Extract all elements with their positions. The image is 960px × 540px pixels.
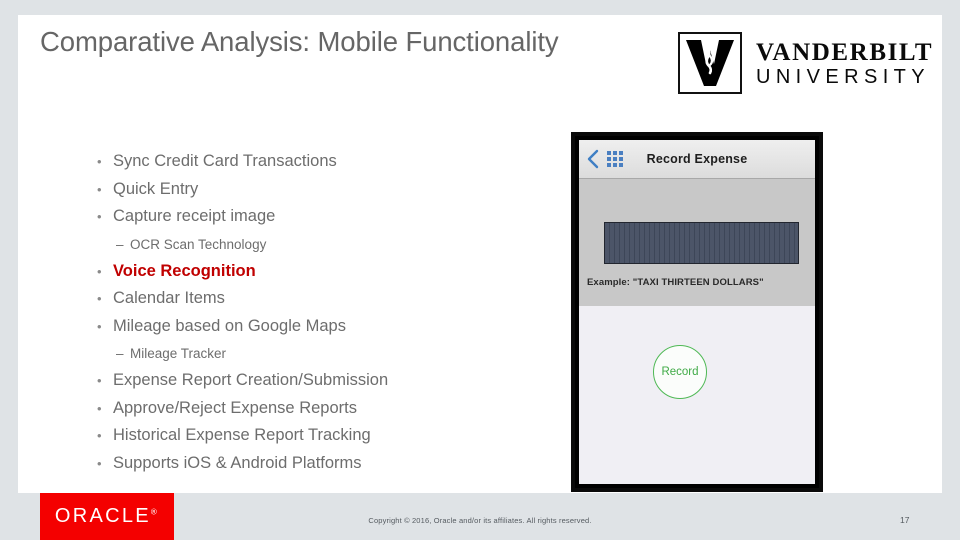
vanderbilt-wordmark: VANDERBILT UNIVERSITY (756, 40, 933, 87)
bullet-label: OCR Scan Technology (130, 236, 267, 252)
bullet-marker-icon: • (97, 455, 102, 471)
copyright-notice: Copyright © 2016, Oracle and/or its affi… (368, 516, 592, 525)
audio-waveform-display (604, 222, 799, 264)
bullet-item: • Approve/Reject Expense Reports (84, 395, 534, 423)
bullet-marker-icon: • (97, 318, 102, 334)
bullet-item: • Historical Expense Report Tracking (84, 422, 534, 450)
bullet-marker-icon: • (97, 209, 102, 224)
bullet-item: • Mileage based on Google Maps (84, 313, 534, 341)
bullet-label: Calendar Items (113, 289, 225, 307)
feature-bullet-list: • Sync Credit Card Transactions • Quick Ent… (84, 148, 534, 477)
app-bar: Record Expense (579, 140, 815, 179)
mobile-app-mockup: Record Expense Example: "TAXI THIRTEEN D… (571, 132, 823, 492)
bullet-marker-icon: • (97, 181, 102, 197)
bullet-label: Historical Expense Report Tracking (113, 426, 371, 444)
bullet-marker-icon: • (97, 400, 102, 416)
vanderbilt-logo: VANDERBILT UNIVERSITY (678, 32, 933, 94)
record-panel: Record (579, 306, 815, 484)
bullet-label: Approve/Reject Expense Reports (113, 398, 357, 417)
bullet-marker-icon: • (97, 373, 102, 388)
vanderbilt-v-monogram-icon (678, 32, 742, 94)
vanderbilt-subtitle: UNIVERSITY (756, 65, 931, 88)
bullet-label: Voice Recognition (113, 261, 256, 280)
vanderbilt-name: VANDERBILT (756, 38, 934, 66)
bullet-label: Capture receipt image (113, 207, 276, 225)
voice-input-panel: Example: "TAXI THIRTEEN DOLLARS" (579, 179, 815, 306)
bullet-item: – OCR Scan Technology (84, 231, 534, 258)
bullet-item: • Calendar Items (84, 285, 534, 313)
dash-marker-icon: – (116, 236, 124, 252)
bullet-label: Mileage Tracker (130, 346, 227, 361)
grid-menu-icon[interactable] (607, 151, 623, 167)
bullet-label: Sync Credit Card Transactions (113, 152, 337, 170)
dash-marker-icon: – (116, 346, 124, 361)
bullet-marker-icon: • (97, 154, 102, 169)
page-number: 17 (900, 515, 910, 525)
bullet-item: • Quick Entry (84, 176, 534, 204)
bullet-item: – Mileage Tracker (84, 340, 534, 367)
example-hint-label: Example: "TAXI THIRTEEN DOLLARS" (587, 277, 764, 288)
oracle-trademark-symbol: ® (150, 507, 160, 517)
chevron-left-icon[interactable] (587, 149, 600, 169)
bullet-label: Quick Entry (113, 179, 199, 198)
bullet-label: Expense Report Creation/Submission (113, 371, 389, 389)
bullet-marker-icon: • (97, 263, 102, 279)
bullet-item: • Expense Report Creation/Submission (84, 367, 534, 395)
page-title: Comparative Analysis: Mobile Functionali… (40, 26, 559, 57)
bullet-item: • Sync Credit Card Transactions (84, 148, 534, 176)
bullet-marker-icon: • (97, 291, 102, 306)
phone-screen: Record Expense Example: "TAXI THIRTEEN D… (579, 140, 815, 484)
slide-canvas: Comparative Analysis: Mobile Functionali… (18, 15, 942, 493)
bullet-item: • Voice Recognition (84, 258, 534, 286)
record-button[interactable]: Record (653, 345, 707, 399)
bullet-label: Mileage based on Google Maps (113, 316, 346, 335)
bullet-item: • Capture receipt image (84, 203, 534, 231)
bullet-label: Supports iOS & Android Platforms (113, 453, 362, 472)
bullet-item: • Supports iOS & Android Platforms (84, 450, 534, 478)
bullet-marker-icon: • (97, 428, 102, 443)
